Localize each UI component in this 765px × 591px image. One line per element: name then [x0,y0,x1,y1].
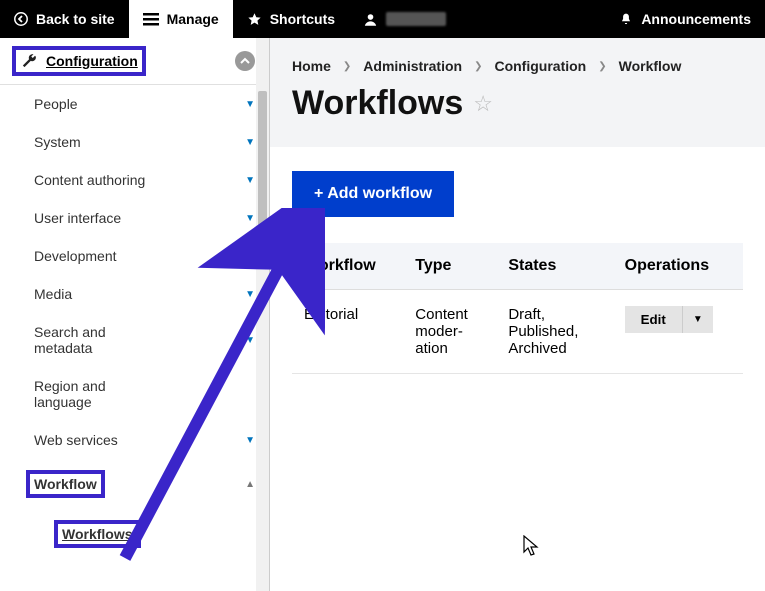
cell-workflow: Editorial [292,290,403,374]
workflows-table: Workflow Type States Operations Editoria… [292,243,743,374]
table-row: Editorial Content moder­ation Draft, Pub… [292,290,743,374]
star-outline-icon[interactable]: ☆ [473,91,493,117]
sidebar-header: Configuration [0,38,269,85]
sidebar-item-content-authoring[interactable]: Content authoring▼ [0,161,269,199]
chevron-up-icon: ▲ [245,479,255,490]
breadcrumb-configuration[interactable]: Configuration [494,58,586,74]
manage-label: Manage [167,11,219,27]
chevron-right-icon: ❯ [474,61,482,72]
manage-button[interactable]: Manage [129,0,233,38]
cell-operations: Edit ▼ [613,290,743,374]
table-header-row: Workflow Type States Operations [292,243,743,290]
shortcuts-label: Shortcuts [270,11,335,27]
chevron-right-icon: ❯ [598,61,606,72]
sidebar-item-people[interactable]: People▼ [0,85,269,123]
chevron-down-icon: ▼ [245,213,255,224]
shortcuts-button[interactable]: Shortcuts [233,0,349,38]
chevron-down-icon: ▼ [245,137,255,148]
chevron-down-icon: ▼ [245,289,255,300]
sidebar-item-region-language[interactable]: Region and language [0,367,269,421]
page-header: Home ❯ Administration ❯ Configuration ❯ … [270,38,765,147]
user-menu-button[interactable] [349,0,460,38]
edit-button[interactable]: Edit [625,306,682,333]
chevron-down-icon: ▼ [245,251,255,262]
sidebar-item-workflow[interactable]: Workflow ▲ [0,459,269,509]
col-states: States [496,243,612,290]
page-title: Workflows [292,84,463,123]
scrollbar-thumb[interactable] [258,91,267,226]
sidebar-item-workflows[interactable]: Workflows [0,509,269,559]
sidebar-item-search-metadata[interactable]: Search and metadata▼ [0,313,269,367]
col-workflow: Workflow [292,243,403,290]
sidebar-list: People▼ System▼ Content authoring▼ User … [0,85,269,591]
chevron-down-icon: ▼ [245,435,255,446]
sidebar-scrollbar[interactable] [256,38,269,591]
chevron-down-icon: ▼ [245,99,255,110]
breadcrumb: Home ❯ Administration ❯ Configuration ❯ … [292,58,743,74]
sidebar-item-development[interactable]: Development▼ [0,237,269,275]
chevron-right-icon: ❯ [343,61,351,72]
announcements-label: Announcements [641,11,751,27]
operations-dropdown-button[interactable]: ▼ [682,306,713,333]
back-to-site-button[interactable]: Back to site [0,0,129,38]
sidebar-header-label[interactable]: Configuration [46,53,138,69]
add-workflow-button[interactable]: + Add workflow [292,171,454,217]
breadcrumb-administration[interactable]: Administration [363,58,462,74]
chevron-down-icon: ▼ [245,335,255,346]
col-operations: Operations [613,243,743,290]
main-content: Home ❯ Administration ❯ Configuration ❯ … [270,38,765,591]
wrench-icon [20,52,38,70]
cell-states: Draft, Published, Archived [496,290,612,374]
admin-sidebar: Configuration People▼ System▼ Content au… [0,38,270,591]
top-toolbar: Back to site Manage Shortcuts Announceme… [0,0,765,38]
announcements-button[interactable]: Announcements [605,0,765,38]
back-to-site-label: Back to site [36,11,115,27]
collapse-up-icon[interactable] [235,51,255,71]
chevron-down-icon: ▼ [245,175,255,186]
chevron-down-icon: ▼ [693,314,703,325]
cell-type: Content moder­ation [403,290,496,374]
user-icon [363,12,378,27]
chevron-left-icon [14,12,28,26]
bell-icon [619,12,633,27]
sidebar-item-media[interactable]: Media▼ [0,275,269,313]
sidebar-item-web-services[interactable]: Web services▼ [0,421,269,459]
username-obscured [386,12,446,26]
sidebar-item-system[interactable]: System▼ [0,123,269,161]
breadcrumb-workflow[interactable]: Workflow [619,58,682,74]
breadcrumb-home[interactable]: Home [292,58,331,74]
star-icon [247,12,262,27]
sidebar-item-user-interface[interactable]: User interface▼ [0,199,269,237]
hamburger-icon [143,12,159,26]
col-type: Type [403,243,496,290]
